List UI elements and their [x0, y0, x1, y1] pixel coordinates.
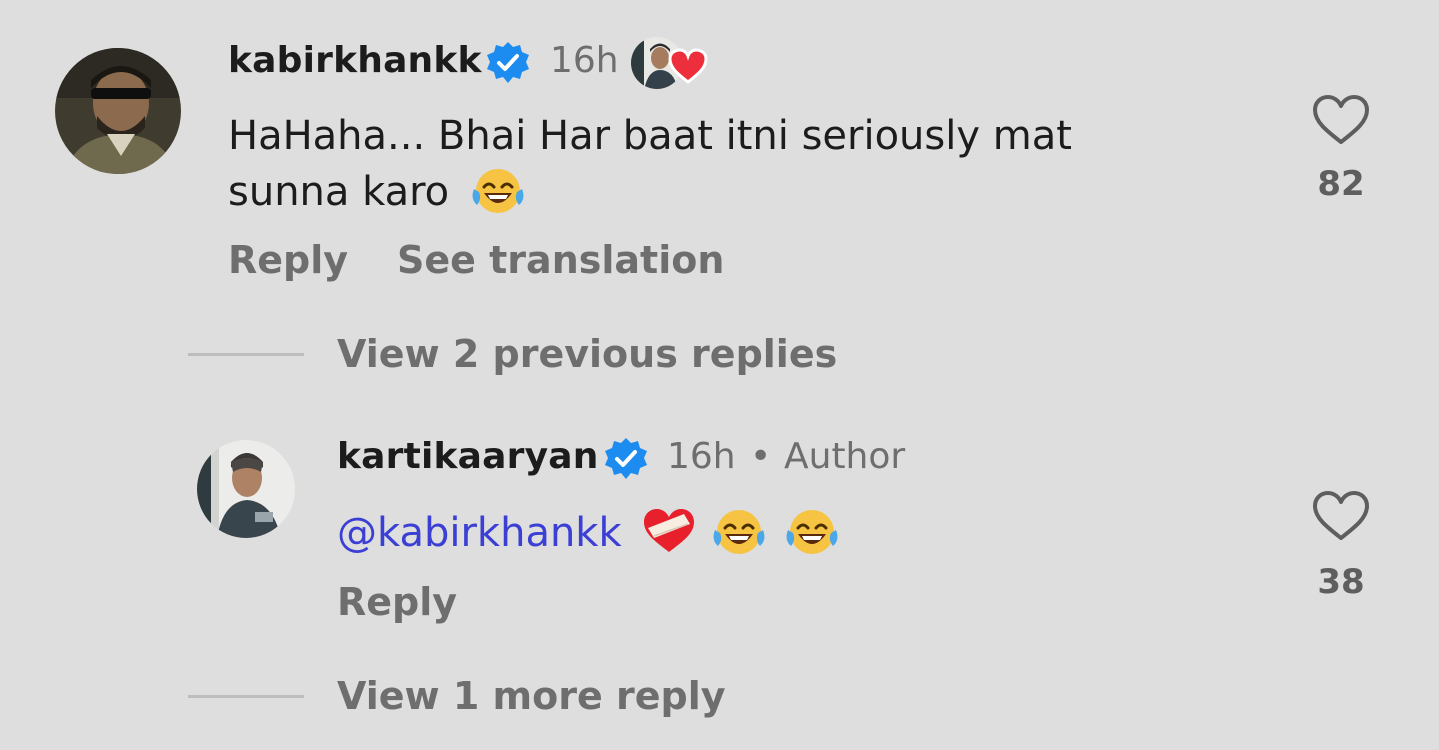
divider [188, 695, 304, 698]
like-count: 82 [1317, 164, 1365, 204]
heart-filled-icon [668, 48, 708, 88]
avatar[interactable] [55, 48, 181, 174]
joy-emoji-icon [470, 165, 530, 230]
meta-separator: • [750, 436, 772, 477]
heart-outline-icon[interactable] [1312, 490, 1370, 546]
divider [188, 353, 304, 356]
see-translation-button[interactable]: See translation [397, 238, 724, 282]
heart-outline-icon[interactable] [1312, 94, 1370, 150]
comment-text-line: sunna karo [228, 164, 1268, 230]
comment-text-line: HaHaha... Bhai Har baat itni seriously m… [228, 113, 1072, 159]
comment-time: 16h [550, 40, 619, 81]
avatar[interactable] [197, 440, 295, 538]
comment-username[interactable]: kabirkhankk [228, 40, 482, 81]
joy-emoji-icon [784, 506, 844, 571]
comment-text-line-2: sunna karo [228, 169, 450, 215]
reply-button[interactable]: Reply [228, 238, 348, 282]
like-count: 38 [1317, 562, 1365, 602]
reply-text: @kabirkhankk [337, 505, 844, 571]
comment-text: HaHaha... Bhai Har baat itni seriously m… [228, 108, 1268, 230]
joy-emoji-icon [711, 506, 771, 571]
mention-link[interactable]: @kabirkhankk [337, 510, 622, 556]
view-previous-replies-button[interactable]: View 2 previous replies [337, 332, 837, 376]
mending-heart-emoji-icon [640, 506, 698, 571]
verified-badge-icon [485, 40, 531, 90]
verified-badge-icon [603, 436, 649, 486]
author-badge: Author [784, 436, 906, 477]
reply-time: 16h [667, 436, 736, 477]
reply-username[interactable]: kartikaaryan [337, 436, 599, 477]
view-more-replies-button[interactable]: View 1 more reply [337, 674, 726, 718]
reply-button[interactable]: Reply [337, 580, 457, 624]
